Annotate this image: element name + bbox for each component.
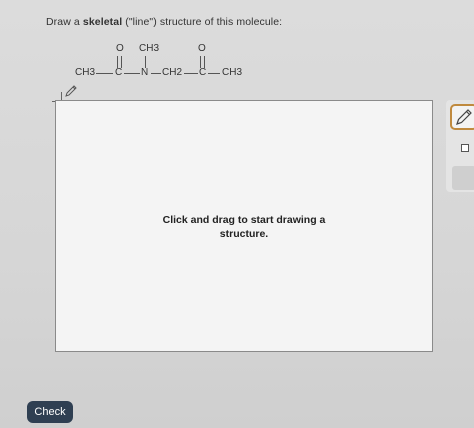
atom-oxygen-left: O — [116, 43, 124, 54]
atom-carbonyl-c2: C — [199, 67, 207, 78]
single-bond-line — [96, 73, 113, 74]
atom-ch2: CH2 — [162, 67, 183, 78]
square-tool-icon[interactable] — [461, 144, 469, 152]
single-bond-line — [151, 73, 161, 74]
single-bond-line — [208, 73, 220, 74]
canvas-hint-line1: Click and drag to start drawing a — [162, 214, 326, 226]
more-tools-button[interactable]: : — [452, 166, 474, 190]
pencil-tool-button[interactable] — [450, 104, 474, 130]
atom-carbonyl-c1: C — [115, 67, 123, 78]
check-button[interactable]: Check — [27, 401, 73, 423]
atom-nitrogen: N — [141, 67, 149, 78]
pencil-icon — [65, 85, 77, 97]
canvas-hint: Click and drag to start drawing a struct… — [56, 213, 432, 241]
single-bond-line — [184, 73, 198, 74]
pencil-icon — [456, 109, 472, 125]
atom-oxygen-right: O — [198, 43, 206, 54]
drawing-canvas[interactable]: Click and drag to start drawing a struct… — [55, 100, 433, 352]
atom-ch3-left: CH3 — [75, 67, 96, 78]
canvas-hint-line2: structure. — [219, 228, 269, 240]
atom-ch3-right: CH3 — [222, 67, 243, 78]
single-bond-line — [124, 73, 140, 74]
page: Draw a skeletal ("line") structure of th… — [0, 0, 474, 428]
atom-ch3-top: CH3 — [139, 43, 160, 54]
